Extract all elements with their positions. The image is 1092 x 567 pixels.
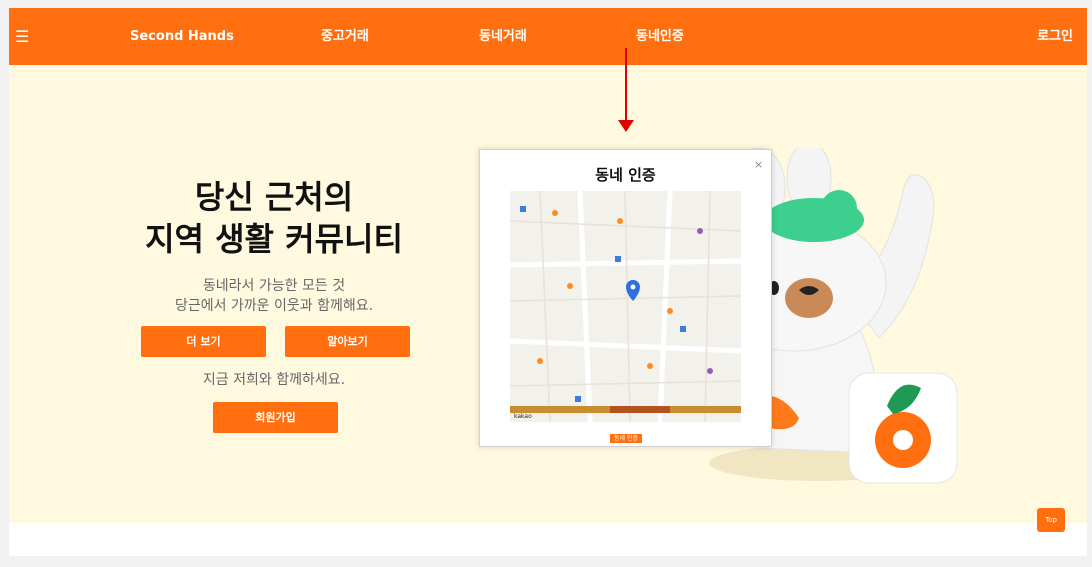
map-poi xyxy=(537,358,543,364)
arrow-head xyxy=(618,120,634,132)
map-poi xyxy=(707,368,713,374)
arrow-shaft xyxy=(625,48,627,124)
modal-verify-button[interactable]: 동네 인증 xyxy=(610,434,642,443)
map-station xyxy=(575,396,581,402)
annotation-arrow xyxy=(618,48,634,136)
hero-title-line-2: 지역 생활 커뮤니티 xyxy=(145,220,403,258)
nav-item-neighborhood-verify[interactable]: 동네인증 xyxy=(636,8,684,65)
close-icon[interactable]: × xyxy=(754,158,763,171)
nav-item-local-trade[interactable]: 동네거래 xyxy=(479,8,527,65)
neighborhood-verify-modal: 동네 인증 × kakao 동네 인증 xyxy=(479,149,772,447)
top-navbar: ☰ Second Hands 중고거래 동네거래 동네인증 로그인 xyxy=(9,8,1087,65)
map-poi xyxy=(552,210,558,216)
mascot-hair-tuft xyxy=(821,190,857,226)
hero-subtitle-line-2: 당근에서 가까운 이웃과 함께해요. xyxy=(174,298,374,314)
map-poi xyxy=(647,363,653,369)
map-poi xyxy=(697,228,703,234)
modal-title: 동네 인증 xyxy=(595,166,656,184)
scroll-top-button[interactable]: Top xyxy=(1037,508,1065,532)
menu-icon[interactable]: ☰ xyxy=(15,8,29,65)
map-poi xyxy=(667,308,673,314)
map-rail-accent xyxy=(610,406,670,413)
learn-more-button[interactable]: 알아보기 xyxy=(285,326,410,357)
location-pin-dot xyxy=(630,284,636,290)
map-station xyxy=(520,206,526,212)
hero-subtitle-line-1: 동네라서 가능한 모든 것 xyxy=(202,278,346,294)
map-poi xyxy=(567,283,573,289)
more-button[interactable]: 더 보기 xyxy=(141,326,266,357)
map-view[interactable]: kakao xyxy=(510,191,741,422)
hero-title: 당신 근처의 지역 생활 커뮤니티 xyxy=(139,176,409,260)
hero-subtitle: 동네라서 가능한 모든 것 당근에서 가까운 이웃과 함께해요. xyxy=(139,276,409,316)
app-icon-hole xyxy=(893,430,913,450)
join-us-text: 지금 저희와 함께하세요. xyxy=(202,372,346,388)
brand-logo-link[interactable]: Second Hands xyxy=(130,8,234,65)
page: ☰ Second Hands 중고거래 동네거래 동네인증 로그인 당신 근처의… xyxy=(9,8,1087,556)
mascot-muzzle xyxy=(785,278,833,318)
footer-band xyxy=(9,523,1087,556)
login-link[interactable]: 로그인 xyxy=(1037,8,1073,65)
map-graphic xyxy=(510,191,741,422)
map-station xyxy=(680,326,686,332)
map-credit: kakao xyxy=(514,413,532,420)
signup-button[interactable]: 회원가입 xyxy=(213,402,338,433)
map-station xyxy=(615,256,621,262)
map-poi xyxy=(617,218,623,224)
nav-item-used-trade[interactable]: 중고거래 xyxy=(321,8,369,65)
hero-title-line-1: 당신 근처의 xyxy=(194,178,354,216)
